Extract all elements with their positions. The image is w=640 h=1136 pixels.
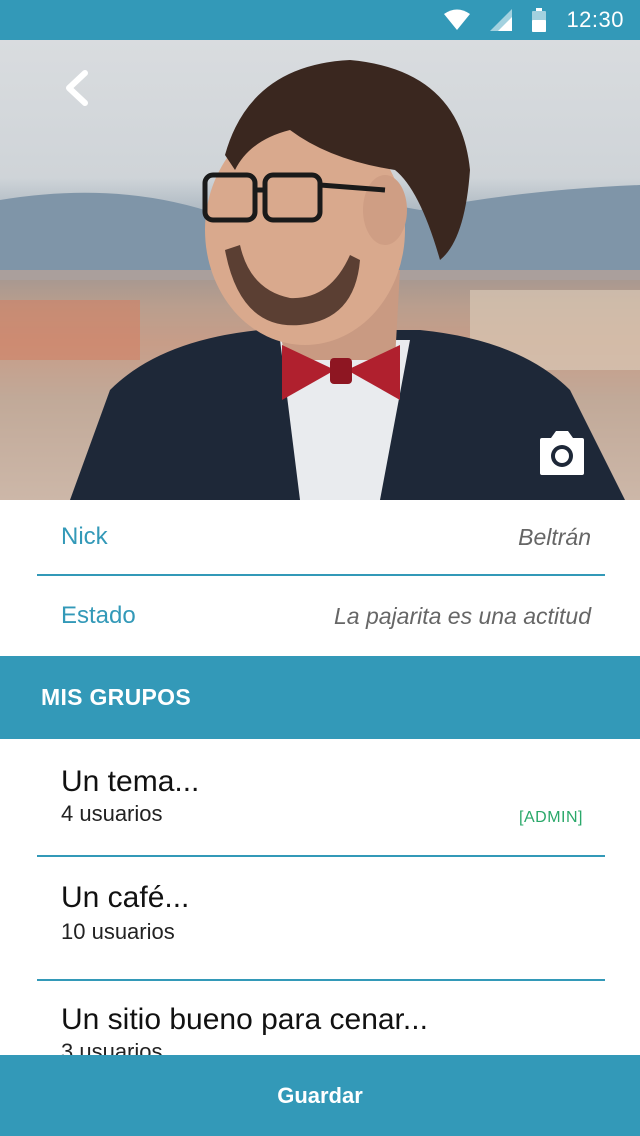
group-user-count: 4 usuarios [61, 801, 163, 826]
chevron-left-icon [63, 69, 89, 111]
status-time: 12:30 [566, 7, 624, 32]
group-user-count: 10 usuarios [61, 919, 175, 944]
nick-field[interactable]: Nick Beltrán [37, 500, 605, 576]
wifi-icon [444, 9, 471, 31]
status-field[interactable]: Estado La pajarita es una actitud [37, 578, 605, 654]
status-value[interactable]: La pajarita es una actitud [334, 603, 591, 630]
back-button[interactable] [52, 66, 100, 114]
save-button[interactable]: Guardar [0, 1055, 640, 1136]
status-bar: 12:30 [0, 0, 640, 40]
group-name: Un café... [61, 881, 190, 914]
group-name: Un sitio bueno para cenar... [61, 1003, 428, 1036]
battery-icon [532, 8, 547, 32]
change-photo-button[interactable] [536, 430, 598, 486]
signal-icon [490, 9, 513, 31]
status-label: Estado [61, 602, 136, 629]
nick-value[interactable]: Beltrán [518, 524, 591, 551]
groups-section-header: MIS GRUPOS [0, 656, 640, 739]
nick-label: Nick [61, 523, 108, 550]
profile-photo [0, 40, 640, 500]
group-name: Un tema... [61, 765, 200, 798]
camera-icon [536, 431, 588, 480]
admin-badge: [ADMIN] [519, 809, 583, 826]
group-list-item[interactable]: Un café... 10 usuarios [37, 857, 605, 981]
group-list-item[interactable]: Un tema... 4 usuarios [ADMIN] [37, 739, 605, 857]
